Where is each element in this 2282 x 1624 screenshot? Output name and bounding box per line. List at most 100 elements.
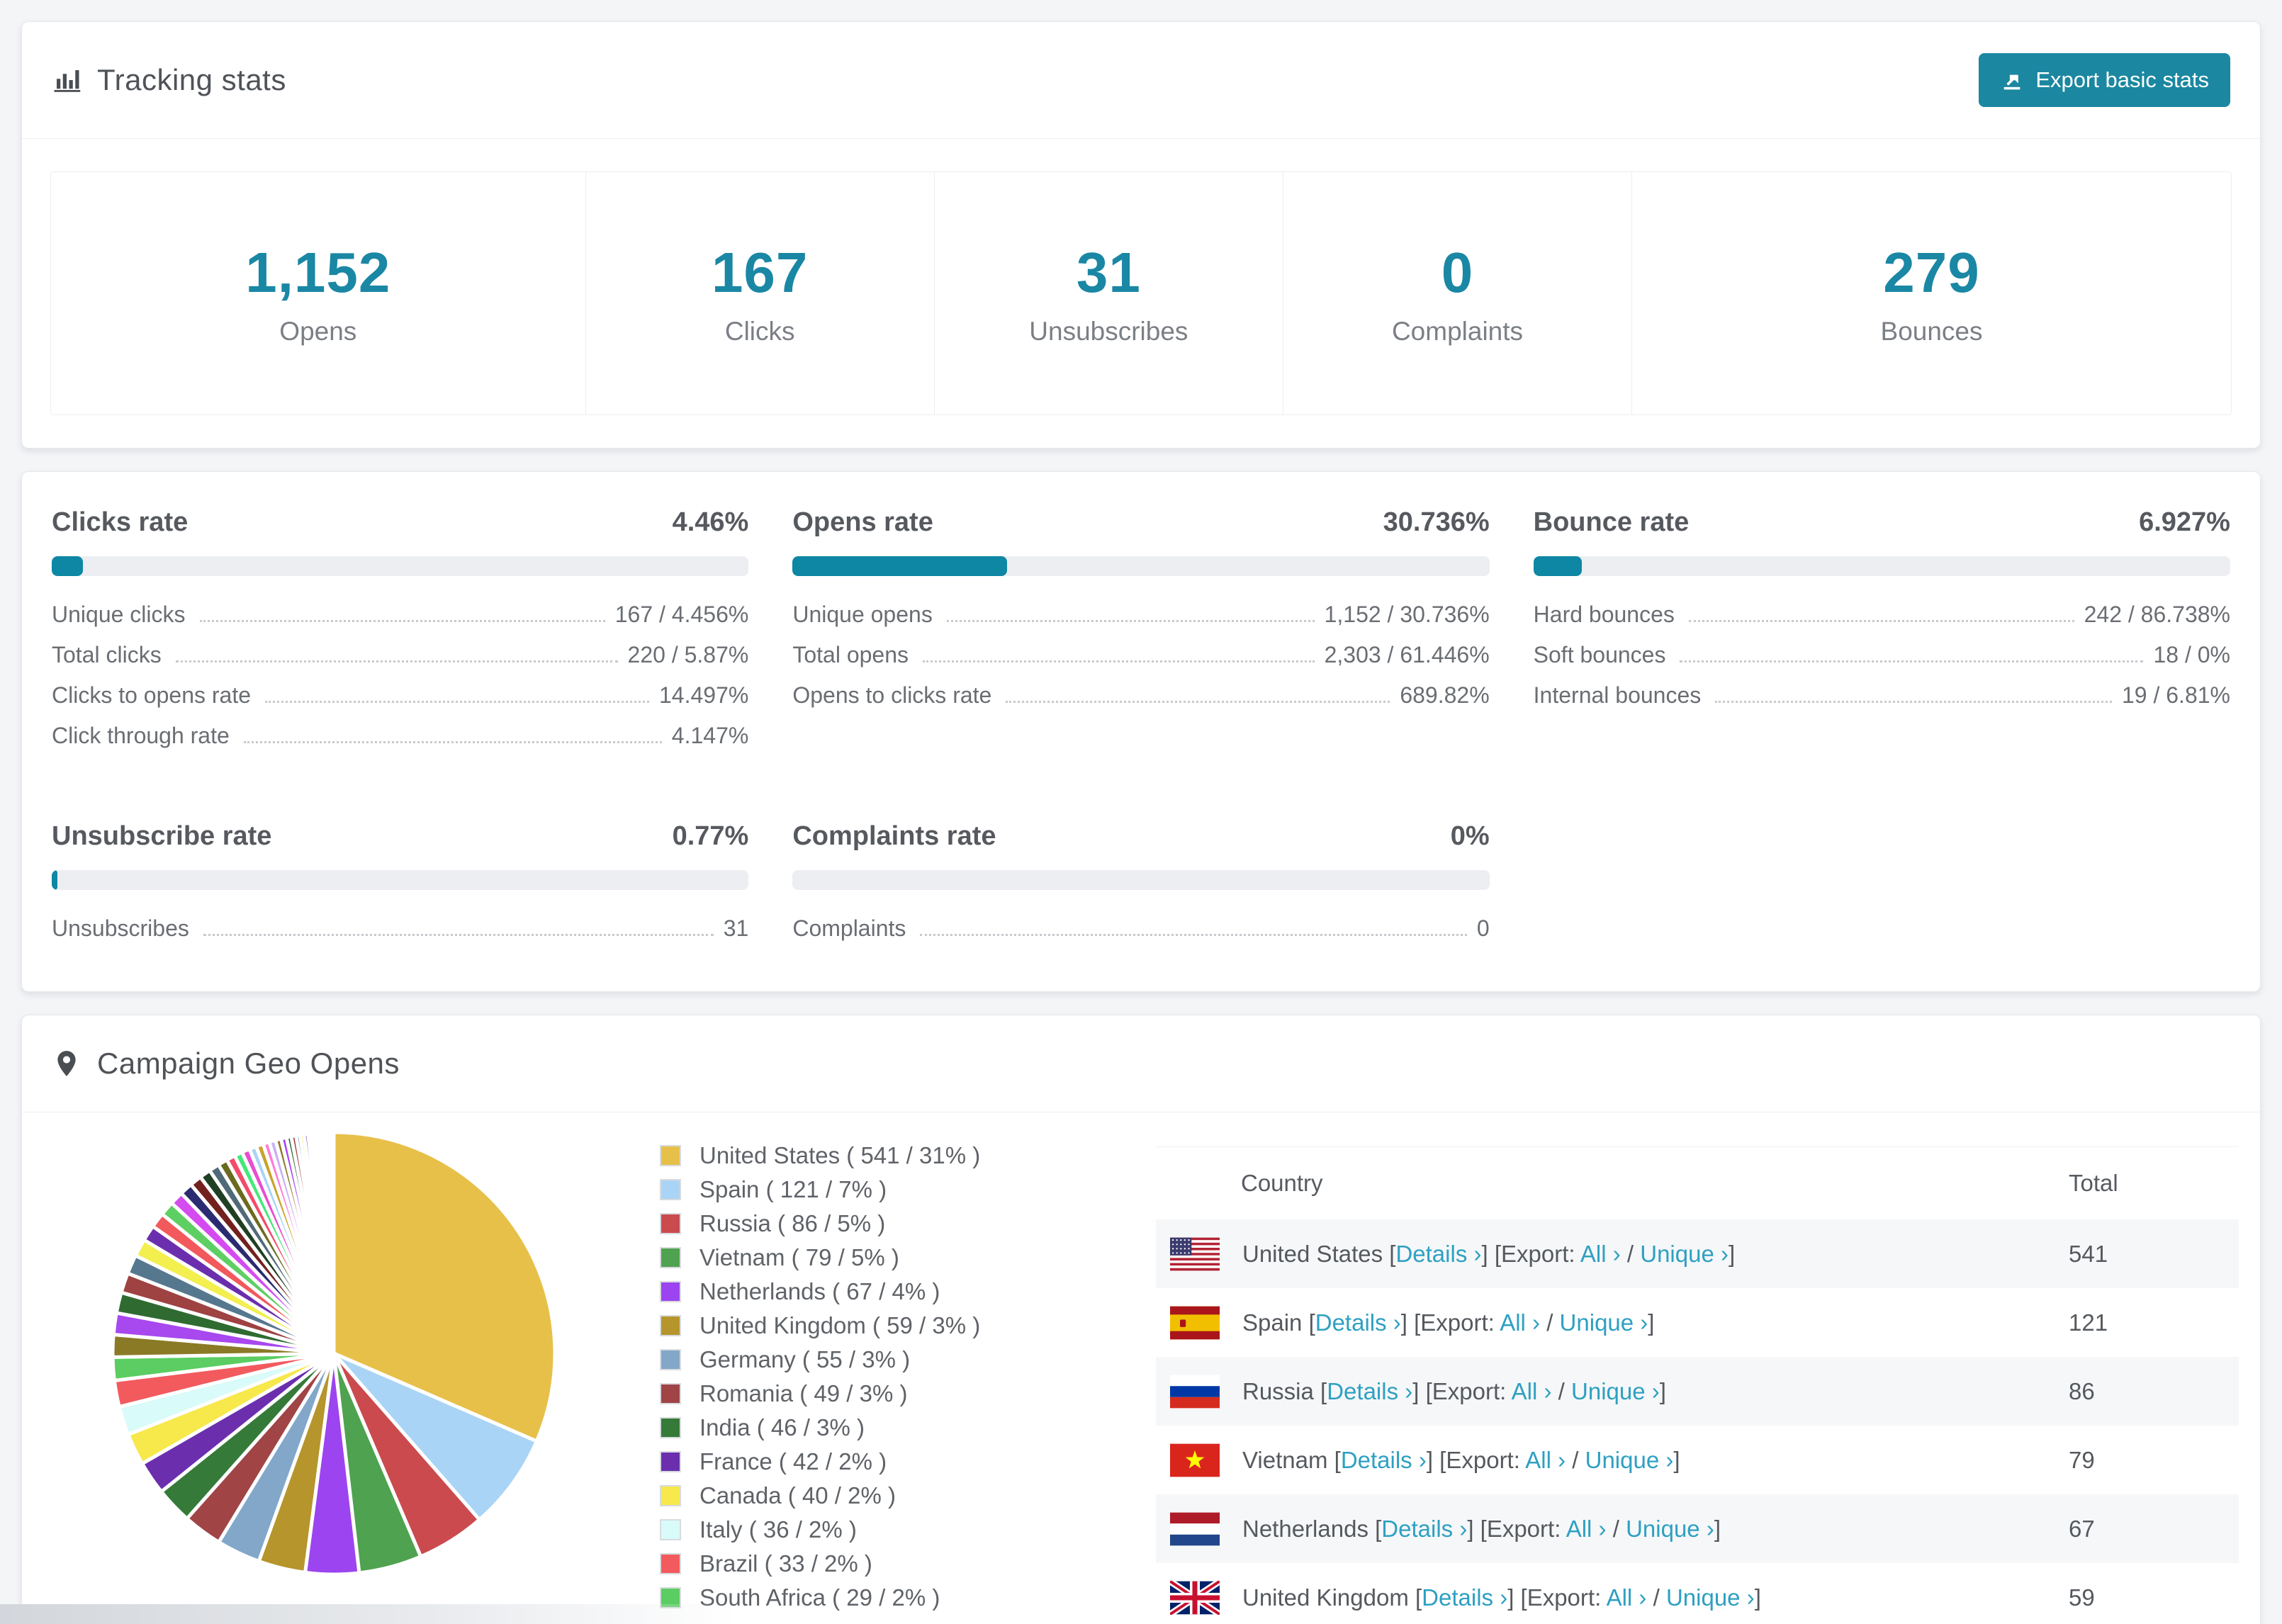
rate-rows: Unique clicks 167 / 4.456% Total clicks 220… bbox=[52, 602, 748, 763]
stat-label-complaints: Complaints bbox=[1391, 317, 1524, 346]
stat-box-opens: 1,152 Opens bbox=[51, 172, 585, 415]
export-unique-link[interactable]: Unique › bbox=[1640, 1241, 1729, 1267]
rate-rows: Complaints 0 bbox=[792, 915, 1489, 956]
details-link[interactable]: Details › bbox=[1395, 1241, 1481, 1267]
country-cell-spain: Spain [Details ›] [Export: All › / Uniqu… bbox=[1242, 1309, 2069, 1336]
dotted-leader bbox=[199, 620, 605, 622]
progress-bar-bounce-rate bbox=[1533, 556, 2230, 576]
bracket: [ bbox=[1308, 1309, 1315, 1336]
legend-swatch-icon bbox=[660, 1179, 681, 1200]
rate-row-value: 167 / 4.456% bbox=[614, 602, 749, 627]
stat-box-clicks: 167 Clicks bbox=[585, 172, 934, 415]
bracket: ] [Export: bbox=[1400, 1309, 1500, 1336]
country-name: United Kingdom bbox=[1242, 1584, 1415, 1611]
legend-swatch-icon bbox=[660, 1519, 681, 1540]
bracket: ] bbox=[1648, 1309, 1655, 1336]
details-link[interactable]: Details › bbox=[1381, 1516, 1467, 1542]
separator: / bbox=[1566, 1446, 1585, 1473]
dotted-leader bbox=[203, 934, 714, 936]
export-unique-link[interactable]: Unique › bbox=[1626, 1516, 1714, 1542]
total-cell: 59 bbox=[2069, 1584, 2095, 1611]
rate-panel-head: Clicks rate 4.46% bbox=[52, 507, 748, 538]
table-row-vietnam: Vietnam [Details ›] [Export: All › / Uni… bbox=[1156, 1426, 2239, 1494]
pie-legend: United States ( 541 / 31% ) Spain ( 121 /… bbox=[660, 1127, 1156, 1618]
rate-value-clicks-rate: 4.46% bbox=[672, 507, 749, 537]
geo-opens-pie-chart bbox=[107, 1127, 561, 1580]
table-row-united-kingdom: United Kingdom [Details ›] [Export: All … bbox=[1156, 1563, 2239, 1624]
rate-panel-opens-rate: Opens rate 30.736% Unique opens 1,152 / 30.… bbox=[792, 507, 1490, 763]
rate-row-unique-opens: Unique opens 1,152 / 30.736% bbox=[792, 602, 1489, 642]
tracking-stats-card: Tracking stats Export basic stats 1,152 O… bbox=[21, 21, 2261, 449]
rate-title-opens-rate: Opens rate bbox=[792, 507, 933, 537]
details-link[interactable]: Details › bbox=[1341, 1447, 1427, 1473]
rate-panel-unsubscribe-rate: Unsubscribe rate 0.77% Unsubscribes 31 bbox=[52, 821, 749, 956]
separator: / bbox=[1646, 1584, 1666, 1611]
export-unique-link[interactable]: Unique › bbox=[1585, 1447, 1674, 1473]
dotted-leader bbox=[243, 741, 662, 743]
legend-label: United Kingdom ( 59 / 3% ) bbox=[699, 1312, 981, 1338]
rate-panel-head: Complaints rate 0% bbox=[792, 821, 1489, 852]
rate-value-opens-rate: 30.736% bbox=[1383, 507, 1490, 537]
flag-ru-icon bbox=[1170, 1375, 1220, 1409]
legend-item-germany: Germany ( 55 / 3% ) bbox=[660, 1346, 1156, 1373]
dotted-leader bbox=[265, 701, 649, 703]
table-row-united-states: United States [Details ›] [Export: All ›… bbox=[1156, 1219, 2239, 1288]
export-all-link[interactable]: All › bbox=[1580, 1241, 1621, 1267]
bracket: [ bbox=[1334, 1446, 1341, 1473]
legend-label: Netherlands ( 67 / 4% ) bbox=[699, 1278, 940, 1304]
export-basic-stats-label: Export basic stats bbox=[2035, 67, 2209, 92]
rate-row-value: 242 / 86.738% bbox=[2084, 602, 2230, 627]
legend-label: Brazil ( 33 / 2% ) bbox=[699, 1550, 872, 1577]
rate-title-clicks-rate: Clicks rate bbox=[52, 507, 189, 537]
bracket: ] bbox=[1659, 1377, 1666, 1404]
export-unique-link[interactable]: Unique › bbox=[1560, 1309, 1648, 1336]
country-cell-united-states: United States [Details ›] [Export: All ›… bbox=[1242, 1241, 2069, 1268]
export-unique-link[interactable]: Unique › bbox=[1571, 1378, 1660, 1404]
dotted-leader bbox=[1680, 660, 2144, 662]
rate-row-hard-bounces: Hard bounces 242 / 86.738% bbox=[1534, 602, 2230, 642]
bracket: ] [Export: bbox=[1481, 1240, 1580, 1267]
geo-country-table: Country Total United States [Details ›] … bbox=[1156, 1146, 2239, 1624]
details-link[interactable]: Details › bbox=[1315, 1309, 1401, 1336]
legend-swatch-icon bbox=[660, 1213, 681, 1234]
export-all-link[interactable]: All › bbox=[1566, 1516, 1607, 1542]
bracket: ] bbox=[1714, 1515, 1721, 1542]
bracket: ] [Export: bbox=[1412, 1377, 1512, 1404]
export-all-link[interactable]: All › bbox=[1525, 1447, 1566, 1473]
separator: / bbox=[1540, 1309, 1560, 1336]
rate-title-bounce-rate: Bounce rate bbox=[1533, 507, 1690, 537]
rates-card: Clicks rate 4.46% Unique clicks 167 / 4.456… bbox=[21, 471, 2261, 992]
export-basic-stats-button[interactable]: Export basic stats bbox=[1979, 53, 2230, 107]
country-name: Spain bbox=[1242, 1309, 1309, 1336]
total-cell: 67 bbox=[2069, 1515, 2095, 1542]
rate-rows: Hard bounces 242 / 86.738% Soft bounces 18 … bbox=[1534, 602, 2230, 723]
legend-label: Russia ( 86 / 5% ) bbox=[699, 1210, 886, 1236]
rate-row-opens-to-clicks-rate: Opens to clicks rate 689.82% bbox=[792, 682, 1489, 723]
legend-item-brazil: Brazil ( 33 / 2% ) bbox=[660, 1550, 1156, 1577]
export-all-link[interactable]: All › bbox=[1500, 1309, 1540, 1336]
rate-row-label: Complaints bbox=[792, 915, 906, 941]
page: Tracking stats Export basic stats 1,152 O… bbox=[0, 0, 2282, 1624]
rate-row-label: Soft bounces bbox=[1533, 642, 1666, 667]
flag-nl-icon bbox=[1170, 1512, 1220, 1546]
rate-row-unique-clicks: Unique clicks 167 / 4.456% bbox=[52, 602, 748, 642]
legend-label: United States ( 541 / 31% ) bbox=[699, 1142, 981, 1168]
bracket: ] [Export: bbox=[1426, 1446, 1526, 1473]
column-header-total: Total bbox=[2069, 1170, 2118, 1196]
rate-row-label: Opens to clicks rate bbox=[792, 682, 992, 708]
rate-row-click-through-rate: Click through rate 4.147% bbox=[52, 723, 748, 763]
legend-swatch-icon bbox=[660, 1145, 681, 1166]
legend-label: India ( 46 / 3% ) bbox=[699, 1414, 865, 1440]
details-link[interactable]: Details › bbox=[1327, 1378, 1412, 1404]
export-all-link[interactable]: All › bbox=[1607, 1584, 1647, 1611]
legend-swatch-icon bbox=[660, 1485, 681, 1506]
progress-bar-opens-rate bbox=[792, 556, 1490, 576]
rate-title-unsubscribe-rate: Unsubscribe rate bbox=[52, 821, 272, 851]
export-all-link[interactable]: All › bbox=[1512, 1378, 1552, 1404]
table-row-spain: Spain [Details ›] [Export: All › / Uniqu… bbox=[1156, 1288, 2239, 1357]
bracket: ] bbox=[1754, 1584, 1761, 1611]
details-link[interactable]: Details › bbox=[1422, 1584, 1507, 1611]
export-unique-link[interactable]: Unique › bbox=[1666, 1584, 1755, 1611]
legend-label: Italy ( 36 / 2% ) bbox=[699, 1516, 857, 1543]
rate-row-label: Internal bounces bbox=[1533, 682, 1702, 708]
